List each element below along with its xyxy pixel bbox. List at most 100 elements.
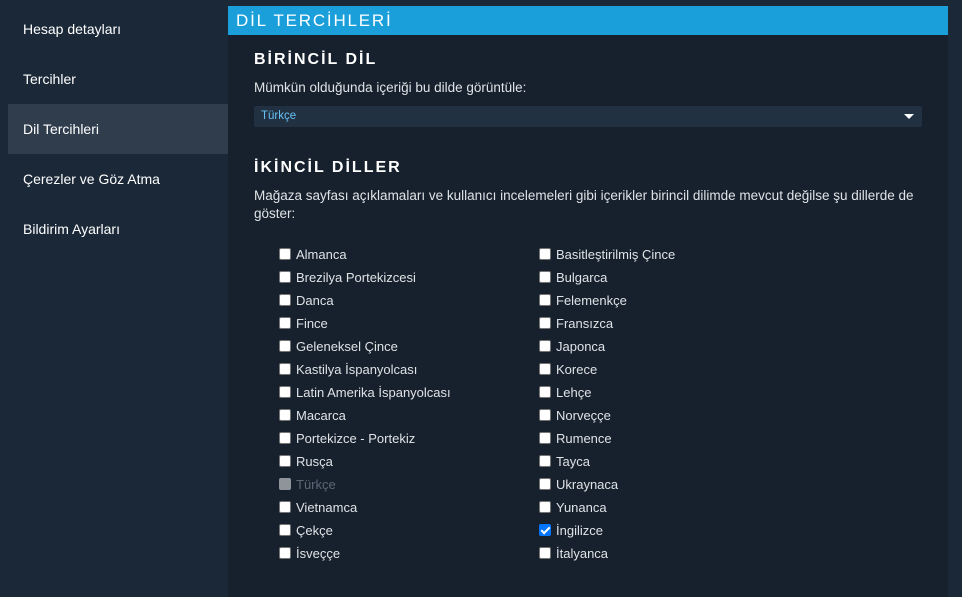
language-checkbox[interactable] <box>539 317 551 329</box>
language-option-korece[interactable]: Korece <box>539 358 799 381</box>
language-option-basitlestirilmis-cince[interactable]: Basitleştirilmiş Çince <box>539 243 799 266</box>
language-option-cekce[interactable]: Çekçe <box>279 519 539 542</box>
language-option-fransizca[interactable]: Fransızca <box>539 312 799 335</box>
language-label[interactable]: Norveççe <box>556 404 611 427</box>
language-label[interactable]: Basitleştirilmiş Çince <box>556 243 675 266</box>
language-option-tayca[interactable]: Tayca <box>539 450 799 473</box>
language-checkbox[interactable] <box>539 547 551 559</box>
sidebar-item-language-preferences[interactable]: Dil Tercihleri <box>8 104 228 154</box>
language-label[interactable]: Japonca <box>556 335 605 358</box>
language-label[interactable]: Latin Amerika İspanyolcası <box>296 381 451 404</box>
language-option-vietnamca[interactable]: Vietnamca <box>279 496 539 519</box>
language-option-turkce: Türkçe <box>279 473 539 496</box>
language-option-yunanca[interactable]: Yunanca <box>539 496 799 519</box>
secondary-languages-left-column: Almanca Brezilya Portekizcesi Danca Fince Ge… <box>279 243 539 565</box>
language-checkbox[interactable] <box>539 386 551 398</box>
language-checkbox[interactable] <box>279 547 291 559</box>
language-checkbox[interactable] <box>279 386 291 398</box>
language-option-ukraynaca[interactable]: Ukraynaca <box>539 473 799 496</box>
language-label[interactable]: Felemenkçe <box>556 289 627 312</box>
sidebar-item-label: Dil Tercihleri <box>23 121 99 137</box>
sidebar-item-cookies-browsing[interactable]: Çerezler ve Göz Atma <box>8 154 228 204</box>
language-checkbox[interactable] <box>279 363 291 375</box>
language-checkbox[interactable] <box>539 501 551 513</box>
language-checkbox[interactable] <box>539 271 551 283</box>
language-checkbox[interactable] <box>279 455 291 467</box>
language-option-brezilya-portekizcesi[interactable]: Brezilya Portekizcesi <box>279 266 539 289</box>
language-label[interactable]: Fransızca <box>556 312 613 335</box>
language-option-lehce[interactable]: Lehçe <box>539 381 799 404</box>
language-option-portekizce-portekiz[interactable]: Portekizce - Portekiz <box>279 427 539 450</box>
language-label[interactable]: Lehçe <box>556 381 591 404</box>
language-option-rumence[interactable]: Rumence <box>539 427 799 450</box>
panel-title: DİL TERCİHLERİ <box>228 6 948 35</box>
language-checkbox[interactable] <box>279 340 291 352</box>
language-label[interactable]: Rusça <box>296 450 333 473</box>
language-checkbox[interactable] <box>539 248 551 260</box>
language-label[interactable]: Brezilya Portekizcesi <box>296 266 416 289</box>
language-label[interactable]: Bulgarca <box>556 266 607 289</box>
language-label[interactable]: Almanca <box>296 243 347 266</box>
language-checkbox[interactable] <box>279 432 291 444</box>
language-checkbox[interactable] <box>539 478 551 490</box>
sidebar-item-label: Tercihler <box>23 71 76 87</box>
language-label[interactable]: Vietnamca <box>296 496 357 519</box>
language-option-fince[interactable]: Fince <box>279 312 539 335</box>
language-checkbox[interactable] <box>279 294 291 306</box>
language-label[interactable]: Portekizce - Portekiz <box>296 427 415 450</box>
language-label[interactable]: İtalyanca <box>556 542 608 565</box>
language-option-isvecce[interactable]: İsveççe <box>279 542 539 565</box>
language-option-felemenkce[interactable]: Felemenkçe <box>539 289 799 312</box>
language-option-danca[interactable]: Danca <box>279 289 539 312</box>
language-label[interactable]: Kastilya İspanyolcası <box>296 358 417 381</box>
language-checkbox[interactable] <box>539 340 551 352</box>
sidebar-item-label: Çerezler ve Göz Atma <box>23 171 160 187</box>
sidebar-item-account-details[interactable]: Hesap detayları <box>8 4 228 54</box>
language-option-ingilizce[interactable]: İngilizce <box>539 519 799 542</box>
language-option-bulgarca[interactable]: Bulgarca <box>539 266 799 289</box>
language-label[interactable]: Fince <box>296 312 328 335</box>
language-label[interactable]: Geleneksel Çince <box>296 335 398 358</box>
secondary-languages-right-column: Basitleştirilmiş Çince Bulgarca Felemenkçe… <box>539 243 799 565</box>
language-checkbox[interactable] <box>539 294 551 306</box>
language-label[interactable]: Çekçe <box>296 519 333 542</box>
sidebar-item-notification-settings[interactable]: Bildirim Ayarları <box>8 204 228 254</box>
secondary-languages-title: İKİNCİL DİLLER <box>254 159 402 176</box>
language-option-japonca[interactable]: Japonca <box>539 335 799 358</box>
language-label[interactable]: Yunanca <box>556 496 607 519</box>
primary-language-title: BİRİNCİL DİL <box>254 51 378 68</box>
language-option-latin-amerika-ispanyolcasi[interactable]: Latin Amerika İspanyolcası <box>279 381 539 404</box>
language-label[interactable]: Danca <box>296 289 334 312</box>
language-checkbox[interactable] <box>279 317 291 329</box>
language-option-geleneksel-cince[interactable]: Geleneksel Çince <box>279 335 539 358</box>
language-option-norvecce[interactable]: Norveççe <box>539 404 799 427</box>
language-label[interactable]: İngilizce <box>556 519 603 542</box>
language-checkbox[interactable] <box>279 409 291 421</box>
language-option-almanca[interactable]: Almanca <box>279 243 539 266</box>
language-checkbox[interactable] <box>539 432 551 444</box>
language-label[interactable]: İsveççe <box>296 542 340 565</box>
language-checkbox[interactable] <box>539 524 551 536</box>
primary-language-select[interactable]: Türkçe <box>254 106 922 127</box>
page: Hesap detayları Tercihler Dil Tercihleri… <box>0 0 962 597</box>
language-option-macarca[interactable]: Macarca <box>279 404 539 427</box>
language-label[interactable]: Korece <box>556 358 597 381</box>
language-label[interactable]: Ukraynaca <box>556 473 618 496</box>
language-checkbox[interactable] <box>539 363 551 375</box>
language-label[interactable]: Rumence <box>556 427 612 450</box>
language-option-kastilya-ispanyolcasi[interactable]: Kastilya İspanyolcası <box>279 358 539 381</box>
primary-language-description: Mümkün olduğunda içeriği bu dilde görünt… <box>254 80 527 95</box>
language-checkbox[interactable] <box>279 248 291 260</box>
sidebar-item-label: Bildirim Ayarları <box>23 221 120 237</box>
language-option-italyanca[interactable]: İtalyanca <box>539 542 799 565</box>
secondary-languages-description: Mağaza sayfası açıklamaları ve kullanıcı… <box>254 188 914 221</box>
language-checkbox[interactable] <box>539 455 551 467</box>
sidebar-item-preferences[interactable]: Tercihler <box>8 54 228 104</box>
language-checkbox[interactable] <box>539 409 551 421</box>
language-checkbox[interactable] <box>279 271 291 283</box>
language-checkbox[interactable] <box>279 524 291 536</box>
language-label[interactable]: Tayca <box>556 450 590 473</box>
language-option-rusca[interactable]: Rusça <box>279 450 539 473</box>
language-label[interactable]: Macarca <box>296 404 346 427</box>
language-checkbox[interactable] <box>279 501 291 513</box>
